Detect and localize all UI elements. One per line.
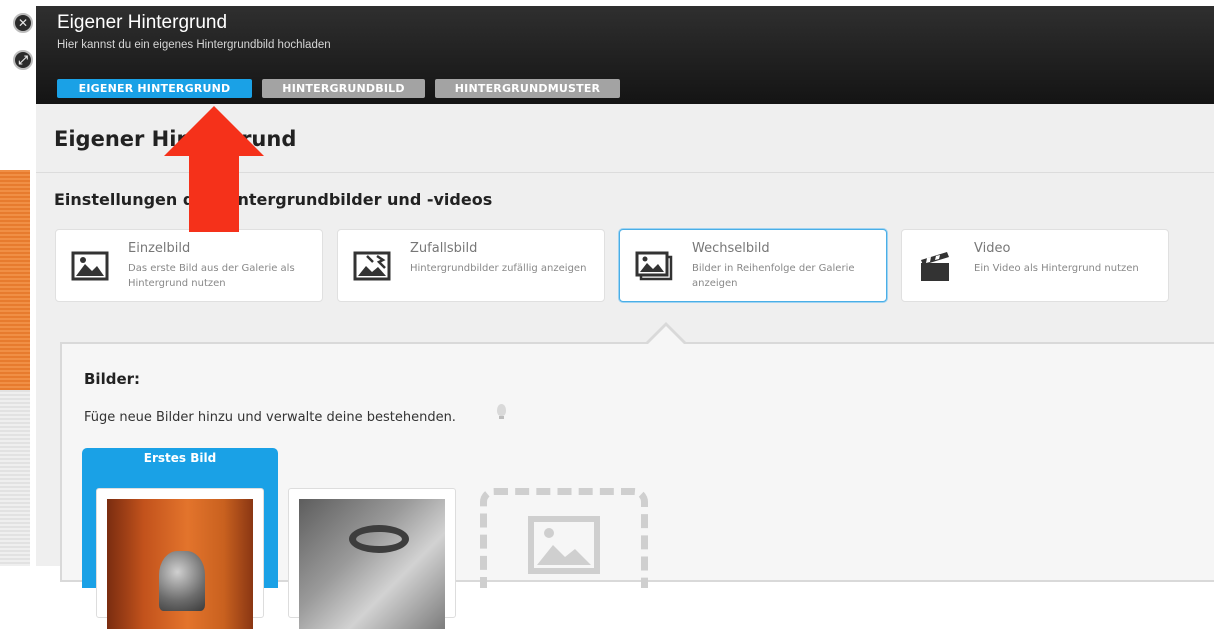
- mode-card-video[interactable]: Video Ein Video als Hintergrund nutzen: [901, 229, 1169, 302]
- images-panel: Bilder: Füge neue Bilder hinzu und verwa…: [60, 342, 1214, 629]
- mode-card-wechselbild[interactable]: Wechselbild Bilder in Reihenfolge der Ga…: [619, 229, 887, 302]
- panel-pointer-inner: [647, 326, 685, 345]
- mode-description: Bilder in Reihenfolge der Galerie anzeig…: [692, 263, 855, 289]
- left-edge-strip: [0, 170, 30, 566]
- window-title: Eigener Hintergrund: [57, 12, 228, 33]
- mode-title: Zufallsbild: [410, 241, 478, 256]
- clapperboard-icon: [916, 248, 956, 284]
- mode-description: Ein Video als Hintergrund nutzen: [974, 263, 1139, 274]
- mode-card-einzelbild[interactable]: Einzelbild Das erste Bild aus der Galeri…: [55, 229, 323, 302]
- mode-title: Video: [974, 241, 1011, 256]
- resize-icon[interactable]: ⤢: [13, 50, 33, 70]
- lightbulb-icon[interactable]: [497, 404, 506, 419]
- add-image-button[interactable]: [480, 488, 648, 588]
- image-thumbnail[interactable]: [288, 488, 456, 629]
- first-image-label: Erstes Bild: [143, 451, 217, 465]
- tab-hintergrundmuster[interactable]: HINTERGRUNDMUSTER: [435, 79, 620, 98]
- close-icon[interactable]: ✕: [13, 13, 33, 33]
- add-image-icon: [527, 515, 607, 579]
- mode-description: Das erste Bild aus der Galerie als Hinte…: [128, 263, 295, 289]
- section-title: Einstellungen der Hintergrundbilder und …: [54, 190, 493, 209]
- slideshow-icon: [634, 248, 674, 284]
- mode-title: Wechselbild: [692, 241, 770, 256]
- gallery-image: [107, 499, 253, 629]
- mode-title: Einzelbild: [128, 241, 191, 256]
- mode-description: Hintergrundbilder zufällig anzeigen: [410, 263, 587, 274]
- image-thumbnail[interactable]: [96, 488, 264, 629]
- annotation-arrow-icon: [164, 106, 264, 232]
- single-image-icon: [70, 248, 110, 284]
- tab-eigener-hintergrund[interactable]: EIGENER HINTERGRUND: [57, 79, 252, 98]
- window-header: Eigener Hintergrund Hier kannst du ein e…: [36, 6, 1214, 104]
- random-image-icon: [352, 248, 392, 284]
- tab-hintergrundbild[interactable]: HINTERGRUNDBILD: [262, 79, 425, 98]
- gallery-image: [299, 499, 445, 629]
- mode-card-zufallsbild[interactable]: Zufallsbild Hintergrundbilder zufällig a…: [337, 229, 605, 302]
- images-title: Bilder:: [84, 370, 141, 388]
- window-subtitle: Hier kannst du ein eigenes Hintergrundbi…: [57, 39, 331, 51]
- images-description: Füge neue Bilder hinzu und verwalte dein…: [84, 410, 456, 425]
